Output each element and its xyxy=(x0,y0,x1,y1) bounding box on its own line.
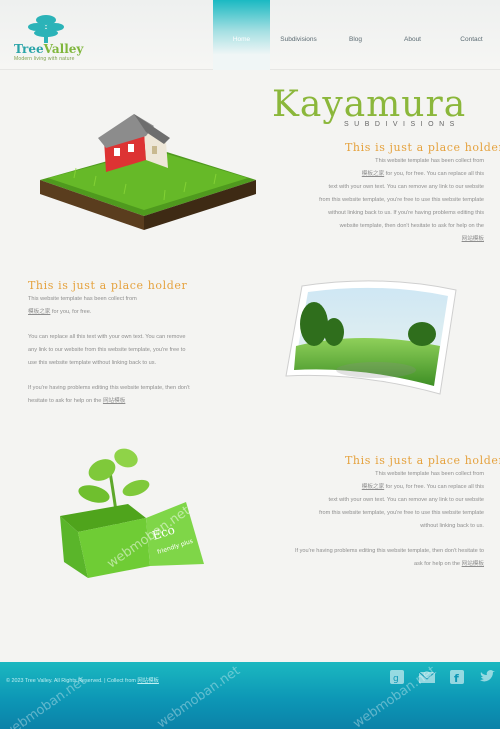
brand-subtitle: SUBDIVISIONS xyxy=(344,121,460,128)
facebook-icon[interactable]: f xyxy=(448,668,466,686)
twitter-icon[interactable] xyxy=(478,668,496,686)
section-2-line-1: This website template has been collect f… xyxy=(28,296,137,302)
section-2-line-5: use this website template without linkin… xyxy=(28,360,157,366)
section-2-text: This website template has been collect f… xyxy=(28,293,228,408)
site-header: TreeValley Modern living with nature Hom… xyxy=(0,0,500,70)
section-1-line-3: text with your own text. You can remove … xyxy=(328,184,484,190)
section-3-line-2: for you, for free. You can replace all t… xyxy=(385,484,484,490)
footer-copyright-text: © 2023 Tree Valley. All Rights Reserved.… xyxy=(6,678,136,684)
section-3-line-7: ask for help on the xyxy=(414,561,461,567)
logo-tagline: Modern living with nature xyxy=(14,56,75,62)
nav-subdivisions[interactable]: Subdivisions xyxy=(270,0,327,70)
logo-name-part1: Tree xyxy=(14,42,44,56)
section-2-title: This is just a place holder xyxy=(28,279,188,292)
nav-contact[interactable]: Contact xyxy=(443,0,500,70)
section-3-line-3: text with your own text. You can remove … xyxy=(328,497,484,503)
site-footer: © 2023 Tree Valley. All Rights Reserved.… xyxy=(0,662,500,729)
section-1-line-5: without linking back to us. If you're ha… xyxy=(328,210,484,216)
section-3-link-2[interactable]: 网站模板 xyxy=(462,561,484,567)
section-2-line-2: for you, for free. xyxy=(51,309,92,315)
section-1-line-1: This website template has been collect f… xyxy=(375,158,484,164)
brand-title: Kayamura xyxy=(272,84,467,125)
section-3-link-1[interactable]: 模板之家 xyxy=(362,484,384,490)
section-3-line-4: from this website template, you're free … xyxy=(319,510,484,516)
google-plus-icon[interactable]: g xyxy=(388,668,406,686)
svg-text:g: g xyxy=(393,674,399,684)
logo-name-part2: Valley xyxy=(43,42,84,56)
section-1-link-2[interactable]: 网站模板 xyxy=(462,236,484,242)
section-3-text: This website template has been collect f… xyxy=(224,468,484,571)
section-1-text: This website template has been collect f… xyxy=(224,155,484,246)
eco-box-with-plant-image: Eco friendly plus xyxy=(60,448,204,578)
section-1-line-4: from this website template, you're free … xyxy=(319,197,484,203)
section-1-line-6: website template, then don't hesitate to… xyxy=(339,223,484,229)
nav-about[interactable]: About xyxy=(384,0,441,70)
section-2-line-7: hesitate to ask for help on the xyxy=(28,398,102,404)
section-1-link-1[interactable]: 模板之家 xyxy=(362,171,384,177)
section-1-line-2: for you, for free. You can replace all t… xyxy=(385,171,484,177)
mail-icon[interactable] xyxy=(418,668,436,686)
svg-text:f: f xyxy=(454,672,459,685)
footer-copyright: © 2023 Tree Valley. All Rights Reserved.… xyxy=(6,676,159,684)
logo-title: TreeValley xyxy=(14,42,83,56)
footer-copyright-link[interactable]: 网站模板 xyxy=(137,678,159,684)
section-2-line-6: If you're having problems editing this w… xyxy=(28,385,190,391)
nav-home[interactable]: Home xyxy=(213,0,270,70)
nav-blog[interactable]: Blog xyxy=(327,0,384,70)
section-3-line-5: without linking back to us. xyxy=(420,523,484,529)
section-3-line-1: This website template has been collect f… xyxy=(375,471,484,477)
golf-course-photo-image xyxy=(285,280,457,395)
section-2-link-2[interactable]: 网站模板 xyxy=(103,398,125,404)
section-2-line-4: any link to our website from this websit… xyxy=(28,347,186,353)
tree-logo-icon xyxy=(28,15,64,43)
section-3-title: This is just a place holder xyxy=(345,454,500,467)
section-1-title: This is just a place holder xyxy=(345,141,500,154)
section-3-line-6: If you're having problems editing this w… xyxy=(294,548,484,554)
section-2-line-3: You can replace all this text with your … xyxy=(28,334,186,340)
section-2-link-1[interactable]: 模板之家 xyxy=(28,309,50,315)
